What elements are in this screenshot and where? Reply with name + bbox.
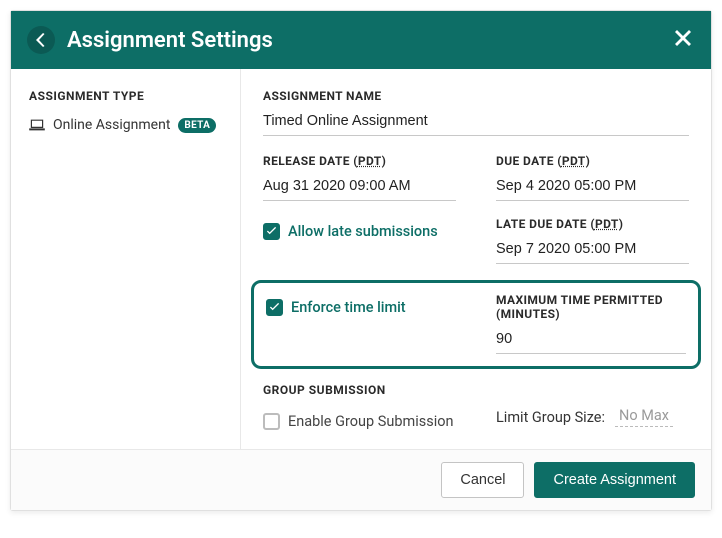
enforce-time-limit-checkbox[interactable]: Enforce time limit [266,299,456,316]
group-submission-heading: GROUP SUBMISSION [263,383,689,397]
main-content: ASSIGNMENT NAME RELEASE DATE (PDT) DUE D… [241,69,711,449]
sidebar-item-online-assignment[interactable]: Online Assignment BETA [29,117,222,133]
limit-group-size-label: Limit Group Size: [496,409,605,426]
enforce-time-limit-label: Enforce time limit [291,299,406,316]
beta-badge: BETA [178,118,216,133]
assignment-settings-modal: Assignment Settings ASSIGNMENT TYPE Onli… [10,10,712,511]
allow-late-label: Allow late submissions [288,223,438,240]
release-date-label: RELEASE DATE (PDT) [263,154,456,168]
modal-body: ASSIGNMENT TYPE Online Assignment BETA A… [11,69,711,449]
allow-late-checkbox[interactable]: Allow late submissions [263,223,456,240]
close-icon [675,30,691,46]
due-date-input[interactable] [496,174,689,201]
sidebar: ASSIGNMENT TYPE Online Assignment BETA [11,69,241,449]
checkbox-checked-icon [266,299,283,316]
sidebar-heading: ASSIGNMENT TYPE [29,89,222,103]
limit-group-size-input[interactable]: No Max [615,407,673,427]
max-time-input[interactable] [496,327,686,354]
release-date-input[interactable] [263,174,456,201]
max-time-label: MAXIMUM TIME PERMITTED (MINUTES) [496,293,686,321]
modal-footer: Cancel Create Assignment [11,449,711,510]
assignment-name-input[interactable] [263,109,689,136]
modal-header: Assignment Settings [11,11,711,69]
time-limit-highlight: Enforce time limit MAXIMUM TIME PERMITTE… [251,280,701,369]
sidebar-item-label: Online Assignment [53,117,170,133]
limit-group-size-field: Limit Group Size: No Max [496,407,689,427]
chevron-left-icon [36,33,46,47]
assignment-name-label: ASSIGNMENT NAME [263,89,689,103]
enable-group-checkbox[interactable]: Enable Group Submission [263,413,456,430]
back-button[interactable] [27,26,55,54]
checkbox-empty-icon [263,413,280,430]
checkbox-checked-icon [263,223,280,240]
late-due-date-input[interactable] [496,237,689,264]
laptop-icon [29,118,45,132]
close-button[interactable] [671,26,695,54]
late-due-date-label: LATE DUE DATE (PDT) [496,217,689,231]
due-date-label: DUE DATE (PDT) [496,154,689,168]
modal-title: Assignment Settings [67,28,671,53]
cancel-button[interactable]: Cancel [441,462,524,498]
enable-group-label: Enable Group Submission [288,413,454,430]
create-assignment-button[interactable]: Create Assignment [534,462,695,498]
